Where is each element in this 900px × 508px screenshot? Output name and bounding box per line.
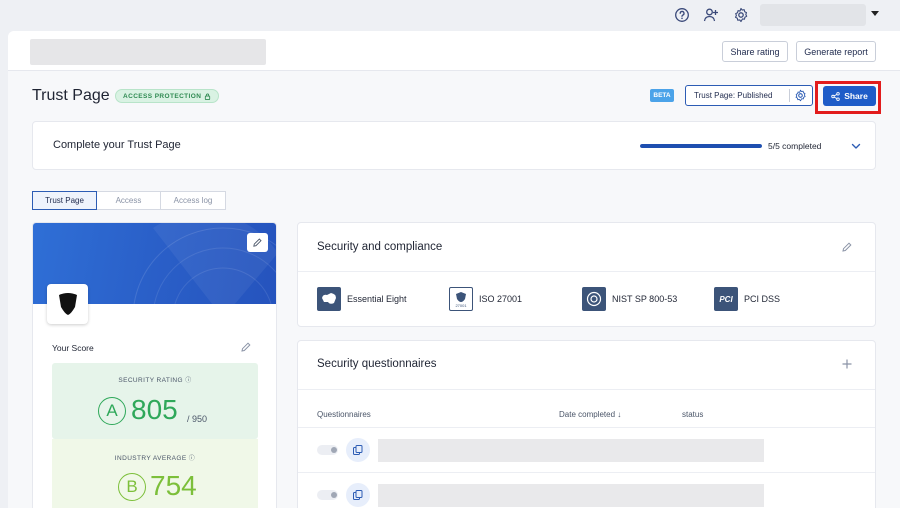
pencil-icon[interactable] <box>841 241 853 253</box>
security-rating-grade: A <box>98 397 126 425</box>
complete-trust-page-card[interactable]: Complete your Trust Page 5/5 completed <box>32 121 876 170</box>
cert-label: NIST SP 800-53 <box>612 294 678 304</box>
security-compliance-card: Security and compliance Essential Eight … <box>297 222 876 327</box>
tab-bar: Trust Page Access Access log <box>32 191 226 210</box>
industry-average-caption: INDUSTRY AVERAGE ⓘ <box>114 455 196 462</box>
tab-access-log[interactable]: Access log <box>160 191 226 210</box>
trust-page-status-label: Trust Page: Published <box>694 91 773 100</box>
shield-logo-icon <box>58 293 77 315</box>
visibility-toggle[interactable] <box>317 445 338 455</box>
col-status[interactable]: status <box>682 410 703 419</box>
vendor-logo <box>47 284 88 324</box>
vendor-profile-card: Your Score SECURITY RATING ⓘ A 805 / 950… <box>32 222 277 508</box>
chevron-down-icon[interactable] <box>850 140 862 152</box>
questionnaire-name-placeholder <box>378 439 764 462</box>
settings-icon[interactable] <box>733 7 749 23</box>
beta-badge: BETA <box>650 89 674 102</box>
main-page: Share rating Generate report Trust Page … <box>8 31 900 508</box>
chevron-down-icon[interactable] <box>871 11 879 16</box>
iso-sub-label: 27001 <box>455 302 467 308</box>
divider <box>789 89 790 102</box>
vendor-name-placeholder <box>30 39 266 65</box>
account-menu[interactable] <box>760 4 866 26</box>
access-badge-label: ACCESS PROTECTION <box>123 92 202 100</box>
cert-label: Essential Eight <box>347 294 407 304</box>
share-label: Share <box>844 91 868 101</box>
table-row <box>298 427 875 472</box>
gear-icon[interactable] <box>794 89 807 102</box>
cert-label: ISO 27001 <box>479 294 523 304</box>
your-score-label: Your Score <box>52 343 94 353</box>
completion-count: 5/5 completed <box>768 141 822 151</box>
cert-label: PCI DSS <box>744 294 781 304</box>
share-button[interactable]: Share <box>823 86 876 106</box>
pci-icon: PCI <box>714 287 738 311</box>
edit-banner-button[interactable] <box>247 233 268 252</box>
col-questionnaires[interactable]: Questionnaires <box>317 410 371 419</box>
questionnaire-icon <box>346 483 370 507</box>
trust-page-status-button[interactable]: Trust Page: Published <box>685 85 813 106</box>
industry-average-panel: INDUSTRY AVERAGE ⓘ B 754 <box>52 439 258 508</box>
visibility-toggle[interactable] <box>317 490 338 500</box>
completion-progress-bar <box>640 144 762 148</box>
share-rating-button[interactable]: Share rating <box>722 41 788 62</box>
divider <box>298 389 875 390</box>
questionnaires-title: Security questionnaires <box>317 358 437 370</box>
help-icon[interactable] <box>674 7 690 23</box>
access-protection-badge: ACCESS PROTECTION <box>115 89 220 103</box>
completion-progress-fill <box>640 144 762 148</box>
top-bar <box>0 0 900 30</box>
plus-icon[interactable] <box>841 358 853 370</box>
tab-trust-page[interactable]: Trust Page <box>32 191 97 210</box>
page-header: Share rating Generate report <box>8 31 900 71</box>
pencil-icon[interactable] <box>240 341 252 353</box>
sort-arrow-icon: ↓ <box>617 410 622 419</box>
share-icon <box>831 91 840 101</box>
compliance-title: Security and compliance <box>317 241 443 253</box>
divider <box>298 271 875 272</box>
cert-nist: NIST SP 800-53 <box>582 287 677 311</box>
col-date-completed[interactable]: Date completed ↓ <box>559 410 621 419</box>
essential-eight-icon <box>317 287 341 311</box>
security-rating-value: 805 <box>131 394 178 425</box>
table-row <box>298 472 875 508</box>
cert-essential-eight: Essential Eight <box>317 287 407 311</box>
security-rating-max: / 950 <box>187 414 208 424</box>
pencil-icon <box>253 238 262 247</box>
page-title: Trust Page <box>32 87 110 104</box>
questionnaire-icon <box>346 438 370 462</box>
security-rating-caption: SECURITY RATING ⓘ <box>118 377 192 384</box>
complete-card-title: Complete your Trust Page <box>53 139 181 151</box>
nist-icon <box>582 287 606 311</box>
cert-iso-27001: 27001 ISO 27001 <box>449 287 522 311</box>
security-questionnaires-card: Security questionnaires Questionnaires D… <box>297 340 876 508</box>
industry-average-grade: B <box>118 473 146 501</box>
generate-report-button[interactable]: Generate report <box>796 41 876 62</box>
security-rating-panel: SECURITY RATING ⓘ A 805 / 950 <box>52 363 258 439</box>
industry-average-value: 754 <box>150 470 197 501</box>
questionnaire-name-placeholder <box>378 484 764 507</box>
lock-icon <box>205 93 211 100</box>
iso-27001-icon: 27001 <box>449 287 473 311</box>
add-user-icon[interactable] <box>703 7 719 23</box>
tab-access[interactable]: Access <box>96 191 161 210</box>
cert-pci-dss: PCI PCI DSS <box>714 287 780 311</box>
